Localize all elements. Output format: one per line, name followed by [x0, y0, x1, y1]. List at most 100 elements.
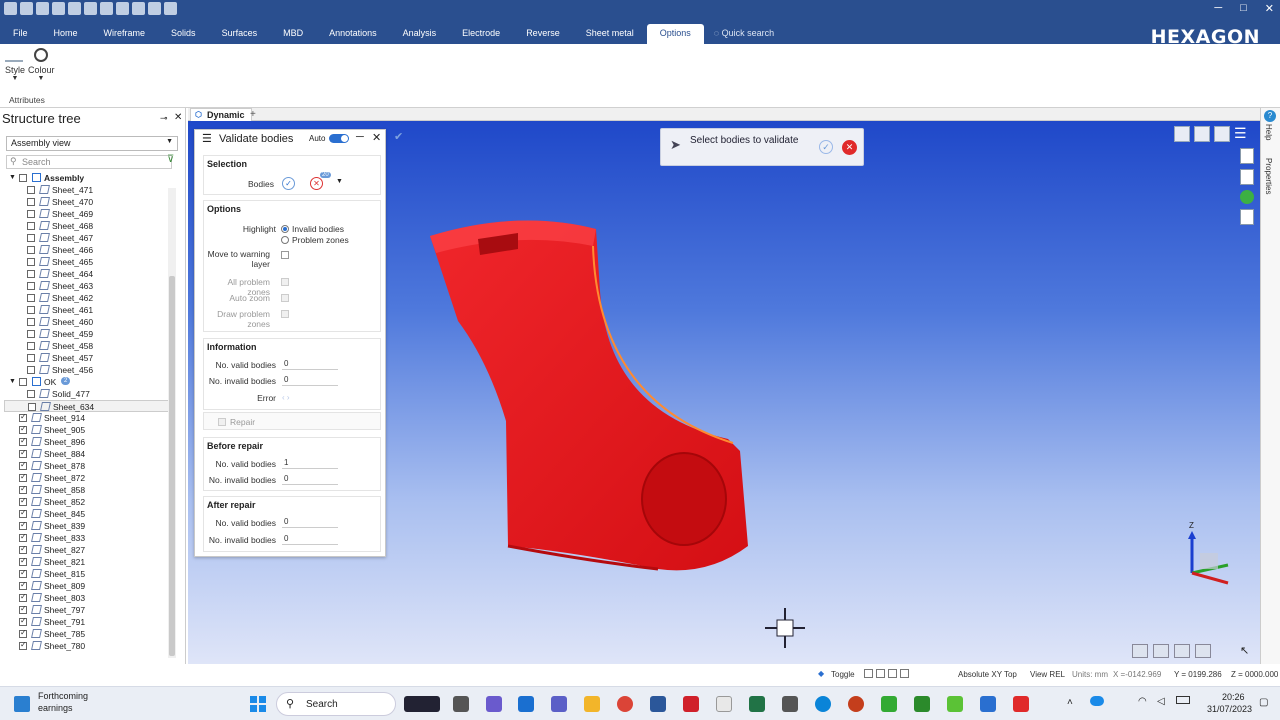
visibility-checkbox[interactable] [27, 306, 35, 314]
powerpoint-icon[interactable] [848, 696, 864, 712]
chevron-down-icon[interactable]: ▼ [336, 178, 343, 185]
visibility-checkbox[interactable] [27, 198, 35, 206]
tree-row[interactable]: Sheet_471 [4, 184, 174, 196]
paste-icon[interactable] [100, 2, 113, 15]
calculator-icon[interactable] [782, 696, 798, 712]
tray-chevron-icon[interactable]: ˄ [1067, 697, 1073, 708]
clock-date[interactable]: 31/07/2023 [1207, 704, 1252, 714]
tree-row[interactable]: Sheet_914 [4, 411, 174, 424]
tree-row[interactable]: Sheet_845 [4, 507, 174, 520]
zoom-icon[interactable] [1194, 126, 1210, 142]
visibility-checkbox[interactable] [19, 411, 27, 423]
tree-row[interactable]: Sheet_858 [4, 483, 174, 496]
undo-icon[interactable] [116, 2, 129, 15]
invalid-bodies-radio[interactable] [281, 225, 289, 233]
visibility-checkbox[interactable] [27, 270, 35, 278]
tree-row[interactable]: Sheet_634 [4, 400, 174, 412]
tree-row[interactable]: Sheet_809 [4, 579, 174, 592]
close-icon[interactable]: ✕ [372, 131, 381, 144]
render-icon[interactable] [1240, 190, 1254, 204]
cad-app-icon-2[interactable] [914, 696, 930, 712]
visibility-checkbox[interactable] [19, 378, 27, 386]
problem-zones-radio[interactable] [281, 236, 289, 244]
print-icon[interactable] [52, 2, 65, 15]
tree-row[interactable]: Sheet_456 [4, 364, 174, 376]
open-icon[interactable] [20, 2, 33, 15]
cut-icon[interactable] [68, 2, 81, 15]
visibility-checkbox[interactable] [19, 639, 27, 651]
visibility-checkbox[interactable] [19, 603, 27, 615]
notification-icon[interactable]: ▢ [1259, 697, 1268, 708]
tree-scrollbar-thumb[interactable] [169, 276, 175, 656]
outlook-icon[interactable] [518, 696, 534, 712]
document-tab-dynamic[interactable]: ⬡ Dynamic [190, 108, 252, 121]
tree-row[interactable]: Sheet_466 [4, 244, 174, 256]
quick-search[interactable]: ◌ Quick search [704, 24, 784, 44]
repair-checkbox[interactable] [218, 418, 226, 426]
tree-row[interactable]: Sheet_905 [4, 423, 174, 436]
visibility-checkbox[interactable] [19, 447, 27, 459]
layer-icon[interactable] [1240, 148, 1254, 164]
visibility-checkbox[interactable] [19, 591, 27, 603]
tree-row[interactable]: Sheet_463 [4, 280, 174, 292]
hamburger-icon[interactable]: ☰ [202, 132, 212, 145]
tree-row[interactable]: Sheet_470 [4, 196, 174, 208]
close-button[interactable]: ✕ [1265, 2, 1274, 15]
tree-row[interactable]: Sheet_459 [4, 328, 174, 340]
all-problem-zones-checkbox[interactable] [281, 278, 289, 286]
speaker-icon[interactable]: ◁ [1157, 696, 1165, 707]
red-app-icon[interactable] [1013, 696, 1029, 712]
measure-icon[interactable] [164, 2, 177, 15]
visibility-checkbox[interactable] [19, 459, 27, 471]
tab-sheet-metal[interactable]: Sheet metal [573, 24, 647, 44]
tree-row[interactable]: Sheet_791 [4, 615, 174, 628]
minimize-icon[interactable]: ─ [356, 131, 364, 143]
auto-toggle[interactable] [329, 134, 349, 143]
visibility-checkbox[interactable] [27, 258, 35, 266]
visibility-checkbox[interactable] [19, 615, 27, 627]
tree-row[interactable]: Sheet_464 [4, 268, 174, 280]
select-check-icon[interactable]: ✓ [282, 177, 295, 190]
chat-icon[interactable] [486, 696, 502, 712]
redo-icon[interactable] [132, 2, 145, 15]
auto-zoom-checkbox[interactable] [281, 294, 289, 302]
tab-home[interactable]: Home [41, 24, 91, 44]
visibility-checkbox[interactable] [19, 423, 27, 435]
tab-options[interactable]: Options [646, 24, 704, 44]
tab-analysis[interactable]: Analysis [390, 24, 450, 44]
visibility-checkbox[interactable] [19, 174, 27, 182]
edge-icon[interactable] [815, 696, 831, 712]
cad-app-icon-3[interactable] [947, 696, 963, 712]
wireframe-icon[interactable] [1174, 644, 1190, 658]
view-label[interactable]: View REL [1030, 670, 1065, 679]
help-icon[interactable]: ? [1264, 110, 1276, 122]
visibility-checkbox[interactable] [19, 483, 27, 495]
onedrive-icon[interactable] [1090, 696, 1104, 706]
pointer-icon[interactable]: ↖ [1240, 644, 1249, 657]
view-cube-icon[interactable] [1174, 126, 1190, 142]
close-icon[interactable]: ✕ [174, 112, 182, 123]
visibility-checkbox[interactable] [27, 282, 35, 290]
visibility-checkbox[interactable] [19, 579, 27, 591]
visibility-checkbox[interactable] [27, 366, 35, 374]
visibility-checkbox[interactable] [19, 531, 27, 543]
confirm-icon[interactable]: ✔ [394, 130, 403, 143]
tree-row[interactable]: Sheet_458 [4, 340, 174, 352]
shaded-icon[interactable] [1153, 644, 1169, 658]
visibility-checkbox[interactable] [27, 210, 35, 218]
ortho-icon[interactable] [888, 669, 897, 678]
new-icon[interactable] [4, 2, 17, 15]
copy-icon[interactable] [84, 2, 97, 15]
pin-icon[interactable]: ⊸ [160, 113, 168, 124]
visibility-checkbox[interactable] [27, 330, 35, 338]
visibility-checkbox[interactable] [19, 543, 27, 555]
add-tab-icon[interactable]: + [250, 109, 256, 120]
news-icon[interactable] [14, 696, 30, 712]
tree-row[interactable]: Sheet_852 [4, 495, 174, 508]
tree-row-assembly[interactable]: ▼ Assembly [4, 172, 174, 184]
windows-start-icon[interactable] [250, 696, 266, 712]
visibility-checkbox[interactable] [19, 507, 27, 519]
visibility-checkbox[interactable] [27, 342, 35, 350]
toggle-label[interactable]: Toggle [831, 670, 855, 679]
wifi-icon[interactable]: ◠ [1138, 696, 1147, 707]
